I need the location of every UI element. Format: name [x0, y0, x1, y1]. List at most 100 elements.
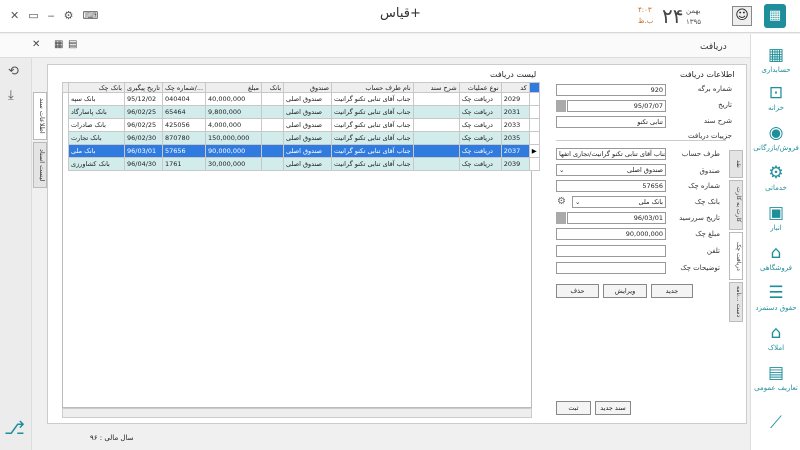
column-header[interactable]: شماره چک/... — [161, 82, 207, 93]
calculator-icon[interactable]: ▤ — [68, 39, 77, 50]
table-cell — [261, 144, 285, 158]
date-field[interactable]: 95/07/07 — [567, 100, 666, 112]
table-cell: جناب آقای تنابی تکنو گرانیت — [331, 144, 414, 158]
table-cell: 2037 — [500, 144, 530, 158]
warehouse-icon: ▣ — [767, 203, 785, 223]
column-header[interactable]: بانک — [261, 82, 285, 93]
column-header[interactable]: نوع عملیات — [458, 82, 502, 93]
subtab-cash[interactable]: نقد — [729, 150, 743, 178]
horizontal-scrollbar[interactable] — [62, 408, 532, 418]
table-cell: 96/03/01 — [124, 144, 163, 158]
table-cell: 2029 — [500, 92, 530, 106]
download-icon[interactable]: ⤓ — [8, 88, 14, 103]
info-title: اطلاعات دریافت — [680, 70, 735, 79]
close-icon[interactable]: ✕ — [10, 9, 19, 22]
new-document-button[interactable]: سند جدید — [595, 401, 631, 415]
sidebar-item-store[interactable]: ⌂ فروشگاهی — [751, 242, 800, 272]
tab-document-list[interactable]: لیست اسناد — [33, 142, 47, 188]
phone-field[interactable] — [556, 245, 666, 257]
table-row[interactable]: بانک کشاورزی 96/04/30 1761 30,000,000 صندوق … — [62, 157, 540, 171]
table-row[interactable]: بانک ملی 96/03/01 57656 90,000,000 صندوق اصل… — [62, 144, 540, 158]
sidebar-item-sales[interactable]: ◉ فروش/بازرگانی — [751, 122, 800, 152]
keyboard-icon[interactable]: ⌨ — [83, 9, 99, 22]
table-row[interactable]: بانک سپه 95/12/02 040404 40,000,000 صندوق اص… — [62, 92, 540, 106]
table-cell: بانک ملی — [68, 144, 125, 158]
due-date-field[interactable]: 96/03/01 — [567, 212, 666, 224]
column-header[interactable]: شرح سند — [412, 82, 460, 93]
edit-button[interactable]: ویرایش — [603, 284, 647, 298]
refresh-icon[interactable]: ⟲ — [8, 64, 19, 79]
table-cell: 96/02/30 — [124, 131, 163, 145]
maximize-icon[interactable]: ▭ — [28, 9, 38, 22]
table-row[interactable]: بانک تجارت 96/02/30 870780 150,000,000 صندوق… — [62, 131, 540, 145]
app-title: قیاس+ — [380, 6, 421, 21]
sheet-number-field[interactable]: 920 — [556, 84, 666, 96]
table-row[interactable]: بانک پاسارگاد 96/02/25 65464 9,800,000 صندوق… — [62, 105, 540, 119]
column-header[interactable]: صندوق — [283, 82, 333, 93]
table-cell: بانک پاسارگاد — [68, 105, 125, 119]
page-toolbar: ✕ ▦ ▤ دریافت — [0, 34, 750, 58]
party-label: طرف حساب — [681, 150, 720, 158]
sidebar-item-reports[interactable]: ⟋ — [751, 412, 800, 434]
settings-icon[interactable]: ⚙ — [557, 196, 566, 207]
row-indicator[interactable]: ▶ — [528, 144, 540, 158]
user-avatar-icon[interactable]: ☺ — [732, 6, 752, 26]
row-indicator[interactable] — [528, 105, 540, 119]
bank-label: بانک چک — [694, 198, 720, 206]
sidebar-item-definitions[interactable]: ▤ تعاریف عمومی — [751, 362, 800, 392]
table-cell — [412, 105, 460, 119]
fund-select[interactable]: صندوق اصلی ⌄ — [556, 164, 666, 176]
table-cell: صندوق اصلی — [283, 157, 333, 171]
sidebar-item-treasury[interactable]: ⊡ خزانه — [751, 82, 800, 112]
sidebar-item-warehouse[interactable]: ▣ انبار — [751, 202, 800, 232]
calendar-icon[interactable] — [556, 100, 566, 112]
save-button[interactable]: ثبت — [556, 401, 591, 415]
grid-icon[interactable]: ▦ — [54, 39, 63, 50]
table-cell: 30,000,000 — [205, 157, 263, 171]
note-field[interactable] — [556, 262, 666, 274]
table-cell — [261, 118, 285, 132]
subtab-card-transfer[interactable]: کارت به کارت — [729, 180, 743, 230]
table-cell: 870780 — [161, 131, 207, 145]
table-cell: صندوق اصلی — [283, 131, 333, 145]
party-field[interactable]: جناب آقای تنابی تکنو گرانیت/تجاری اتفها — [556, 148, 666, 160]
row-indicator[interactable] — [528, 157, 540, 171]
table-cell — [261, 105, 285, 119]
column-header[interactable]: مبلغ — [205, 82, 263, 93]
receipt-table: بانک چک تاریخ پیگیری شماره چک/... مبلغ بانک ص… — [62, 82, 540, 171]
select-all-checkbox[interactable] — [528, 82, 540, 93]
title-bar: ✕ ▭ ‒ ⚙ ⌨ قیاس+ ۴:۰۳ ب.ظ ۲۴ بهمن ۱۳۹۵ ☺ … — [0, 0, 800, 33]
table-cell: دریافت چک — [458, 105, 502, 119]
table-row[interactable]: بانک صادرات 96/02/25 425056 4,000,000 صندوق … — [62, 118, 540, 132]
house-icon: ⌂ — [770, 323, 782, 343]
sidebar-item-accounting[interactable]: ▦ حسابداری — [751, 44, 800, 74]
calendar-icon[interactable] — [556, 212, 566, 224]
close-page-icon[interactable]: ✕ — [32, 39, 40, 50]
subtab-receive-check[interactable]: دریافت چک — [729, 232, 743, 280]
sidebar-item-property[interactable]: ⌂ املاک — [751, 322, 800, 352]
column-header[interactable]: بانک چک — [68, 82, 125, 93]
payroll-icon: ☰ — [768, 283, 784, 303]
sidebar-item-services[interactable]: ⚙ خدماتی — [751, 162, 800, 192]
row-indicator[interactable] — [528, 92, 540, 106]
row-indicator[interactable] — [528, 118, 540, 132]
column-header[interactable]: تاریخ پیگیری — [124, 82, 163, 93]
amount-field[interactable]: 90,000,000 — [556, 228, 666, 240]
description-field[interactable]: تنابی تکنو — [556, 116, 666, 128]
gear-icon[interactable]: ⚙ — [64, 9, 74, 22]
subtab-promissory[interactable]: دست ...نامه — [729, 282, 743, 322]
table-cell: 90,000,000 — [205, 144, 263, 158]
table-cell: 96/02/25 — [124, 105, 163, 119]
sheet-label: شماره برگه — [697, 85, 732, 93]
column-header[interactable]: کد — [500, 82, 530, 93]
new-button[interactable]: جدید — [651, 284, 693, 298]
column-header[interactable]: نام طرف حساب — [331, 82, 414, 93]
tab-document-info[interactable]: اطلاعات سند — [33, 92, 47, 140]
bank-select[interactable]: بانک ملی ⌄ — [572, 196, 666, 208]
minimize-icon[interactable]: ‒ — [48, 9, 55, 22]
sidebar-item-payroll[interactable]: ☰ حقوق دستمزد — [751, 282, 800, 312]
row-indicator[interactable] — [528, 131, 540, 145]
table-cell: دریافت چک — [458, 131, 502, 145]
check-number-field[interactable]: 57656 — [556, 180, 666, 192]
delete-button[interactable]: حذف — [556, 284, 599, 298]
